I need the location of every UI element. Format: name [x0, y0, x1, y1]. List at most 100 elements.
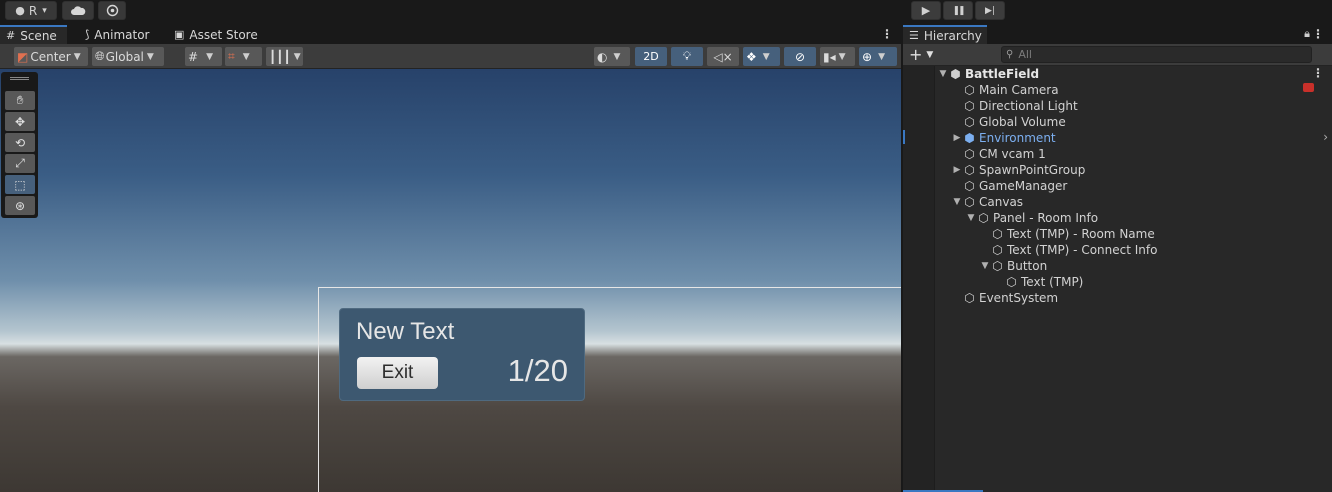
cloud-button[interactable] — [62, 1, 94, 20]
chevron-right-icon[interactable]: › — [1323, 130, 1328, 144]
scene-window: # Scene ⟆ Animator ▣ Asset Store ⋮ ◩ Cen… — [0, 25, 901, 492]
scale-tool[interactable]: ⤢ — [5, 154, 35, 173]
scene-root-row[interactable]: ▼ ⬢ BattleField — [935, 66, 1332, 82]
more-options-icon[interactable]: ⋮ — [1312, 27, 1324, 41]
hierarchy-item[interactable]: ⬡ Text (TMP) - Room Name — [935, 226, 1332, 242]
hierarchy-item-label: BattleField — [965, 67, 1040, 81]
cloud-icon — [71, 5, 86, 15]
hierarchy-item[interactable]: ⬡ Text (TMP) - Connect Info — [935, 242, 1332, 258]
grid-snap-button[interactable]: # ▼ — [185, 47, 222, 66]
exit-button[interactable]: Exit — [357, 357, 438, 389]
add-button[interactable]: + ▼ — [909, 45, 933, 64]
visibility-toggle[interactable]: ⊘ — [784, 47, 816, 66]
hierarchy-item-label: Canvas — [979, 195, 1024, 209]
expand-down-icon[interactable]: ▼ — [951, 197, 963, 207]
account-button[interactable]: ● R ▾ — [5, 1, 57, 20]
tab-animator[interactable]: ⟆ Animator — [79, 25, 155, 44]
2d-label: 2D — [643, 50, 659, 63]
account-icon: ● — [15, 4, 25, 17]
chevron-down-icon: ▼ — [878, 51, 885, 62]
hierarchy-item[interactable]: ⬡ Global Volume — [935, 114, 1332, 130]
room-info-panel[interactable]: New Text Exit 1/20 — [339, 308, 585, 401]
expand-down-icon[interactable]: ▼ — [979, 261, 991, 271]
scene-viewport[interactable]: New Text Exit 1/20 — [0, 69, 901, 492]
space-label: Global — [105, 49, 144, 64]
drag-handle[interactable] — [10, 77, 29, 80]
rect-tool[interactable]: ⬚ — [5, 175, 35, 194]
prefab-icon: ⬢ — [964, 131, 975, 145]
space-dropdown[interactable]: 🌐︎ Global ▼ — [92, 47, 164, 66]
gizmos-toggle[interactable]: ⊕ ▼ — [859, 47, 897, 66]
globe-icon: 🌐︎ — [95, 49, 105, 63]
expand-right-icon[interactable]: ▶ — [951, 165, 963, 175]
expand-right-icon[interactable]: ▶ — [951, 133, 963, 143]
hierarchy-search[interactable]: ⚲ All — [1001, 46, 1312, 63]
hierarchy-item[interactable]: ⬡ EventSystem — [935, 290, 1332, 306]
hierarchy-item[interactable]: ⬡ Directional Light — [935, 98, 1332, 114]
move-icon: ✥ — [14, 114, 26, 129]
pivot-dropdown[interactable]: ◩ Center ▼ — [14, 47, 88, 66]
camera-icon: ▮◂ — [823, 49, 836, 64]
chevron-down-icon: ▼ — [73, 51, 81, 62]
gameobject-icon: ⬡ — [1006, 275, 1017, 289]
hierarchy-item-label: Environment — [979, 131, 1056, 145]
services-button[interactable] — [98, 1, 126, 20]
hierarchy-item[interactable]: ▼ ⬡ Button — [935, 258, 1332, 274]
hierarchy-item-label: Directional Light — [979, 99, 1078, 113]
hierarchy-item-label: Global Volume — [979, 115, 1066, 129]
tab-scene[interactable]: # Scene — [0, 25, 67, 44]
hierarchy-item[interactable]: ⬡ CM vcam 1 — [935, 146, 1332, 162]
lighting-toggle[interactable]: 💡︎ — [671, 47, 703, 66]
camera-warning-icon[interactable] — [1303, 83, 1314, 92]
gameobject-icon: ⬡ — [964, 115, 975, 129]
ruler-icon: ┃┃┃ — [269, 49, 291, 64]
effects-toggle[interactable]: ❖ ▼ — [743, 47, 780, 66]
chevron-down-icon: ▼ — [242, 51, 250, 62]
snap-icon: ⌗ — [228, 49, 235, 63]
gameobject-icon: ⬡ — [964, 99, 975, 113]
gizmo-icon: ⊕ — [862, 49, 873, 64]
chevron-down-icon: ▼ — [206, 51, 213, 62]
lock-icon[interactable]: 🔒︎ — [1304, 27, 1310, 41]
transform-tool[interactable]: ⊛ — [5, 196, 35, 215]
ruler-button[interactable]: ┃┃┃ ▼ — [266, 47, 303, 66]
hierarchy-window: ☰ Hierarchy 🔒︎ ⋮ + ▼ ⚲ All ▼ ⬢ BattleField… — [903, 25, 1332, 492]
pause-button[interactable]: ❚❚ — [943, 1, 973, 20]
eye-hidden-icon: ⊘ — [794, 49, 806, 64]
expand-down-icon[interactable]: ▼ — [965, 213, 977, 223]
play-icon: ▶ — [921, 4, 931, 17]
camera-settings-button[interactable]: ▮◂ ▼ — [820, 47, 855, 66]
grid-icon: # — [188, 49, 199, 64]
play-button[interactable]: ▶ — [911, 1, 941, 20]
expand-down-icon[interactable]: ▼ — [937, 69, 949, 79]
scene-menu-icon[interactable]: ⋮ — [1312, 66, 1324, 80]
hand-icon: ✋︎ — [16, 93, 24, 107]
tab-asset-store[interactable]: ▣ Asset Store — [168, 25, 264, 44]
increment-snap-button[interactable]: ⌗ ▼ — [225, 47, 262, 66]
step-button[interactable]: ▶| — [975, 1, 1005, 20]
connect-info-text: 1/20 — [507, 353, 568, 388]
hierarchy-item[interactable]: ▶ ⬢ Environment — [935, 130, 1332, 146]
audio-toggle[interactable]: ◁× — [707, 47, 739, 66]
step-icon: ▶| — [985, 5, 995, 16]
hierarchy-item[interactable]: ⬡ Text (TMP) — [935, 274, 1332, 290]
tab-hierarchy[interactable]: ☰ Hierarchy — [903, 25, 987, 44]
hand-tool[interactable]: ✋︎ — [5, 91, 35, 110]
hierarchy-item[interactable]: ⬡ GameManager — [935, 178, 1332, 194]
scale-icon: ⤢ — [15, 156, 25, 170]
shading-mode-button[interactable]: ◐ ▼ — [594, 47, 630, 66]
2d-toggle[interactable]: 2D — [635, 47, 667, 66]
tab-label: Asset Store — [189, 27, 258, 42]
hierarchy-item-label: EventSystem — [979, 291, 1059, 305]
hierarchy-item[interactable]: ▼ ⬡ Panel - Room Info — [935, 210, 1332, 226]
rotate-tool[interactable]: ⟲ — [5, 133, 35, 152]
tab-label: Hierarchy — [923, 28, 982, 43]
shopping-bag-icon: ▣ — [174, 28, 185, 41]
hierarchy-item-label: GameManager — [979, 179, 1068, 193]
hierarchy-item[interactable]: ⬡ Main Camera — [935, 82, 1332, 98]
hierarchy-item-label: Main Camera — [979, 83, 1059, 97]
more-options-icon[interactable]: ⋮ — [881, 27, 893, 41]
hierarchy-item[interactable]: ▶ ⬡ SpawnPointGroup — [935, 162, 1332, 178]
move-tool[interactable]: ✥ — [5, 112, 35, 131]
hierarchy-item[interactable]: ▼ ⬡ Canvas — [935, 194, 1332, 210]
